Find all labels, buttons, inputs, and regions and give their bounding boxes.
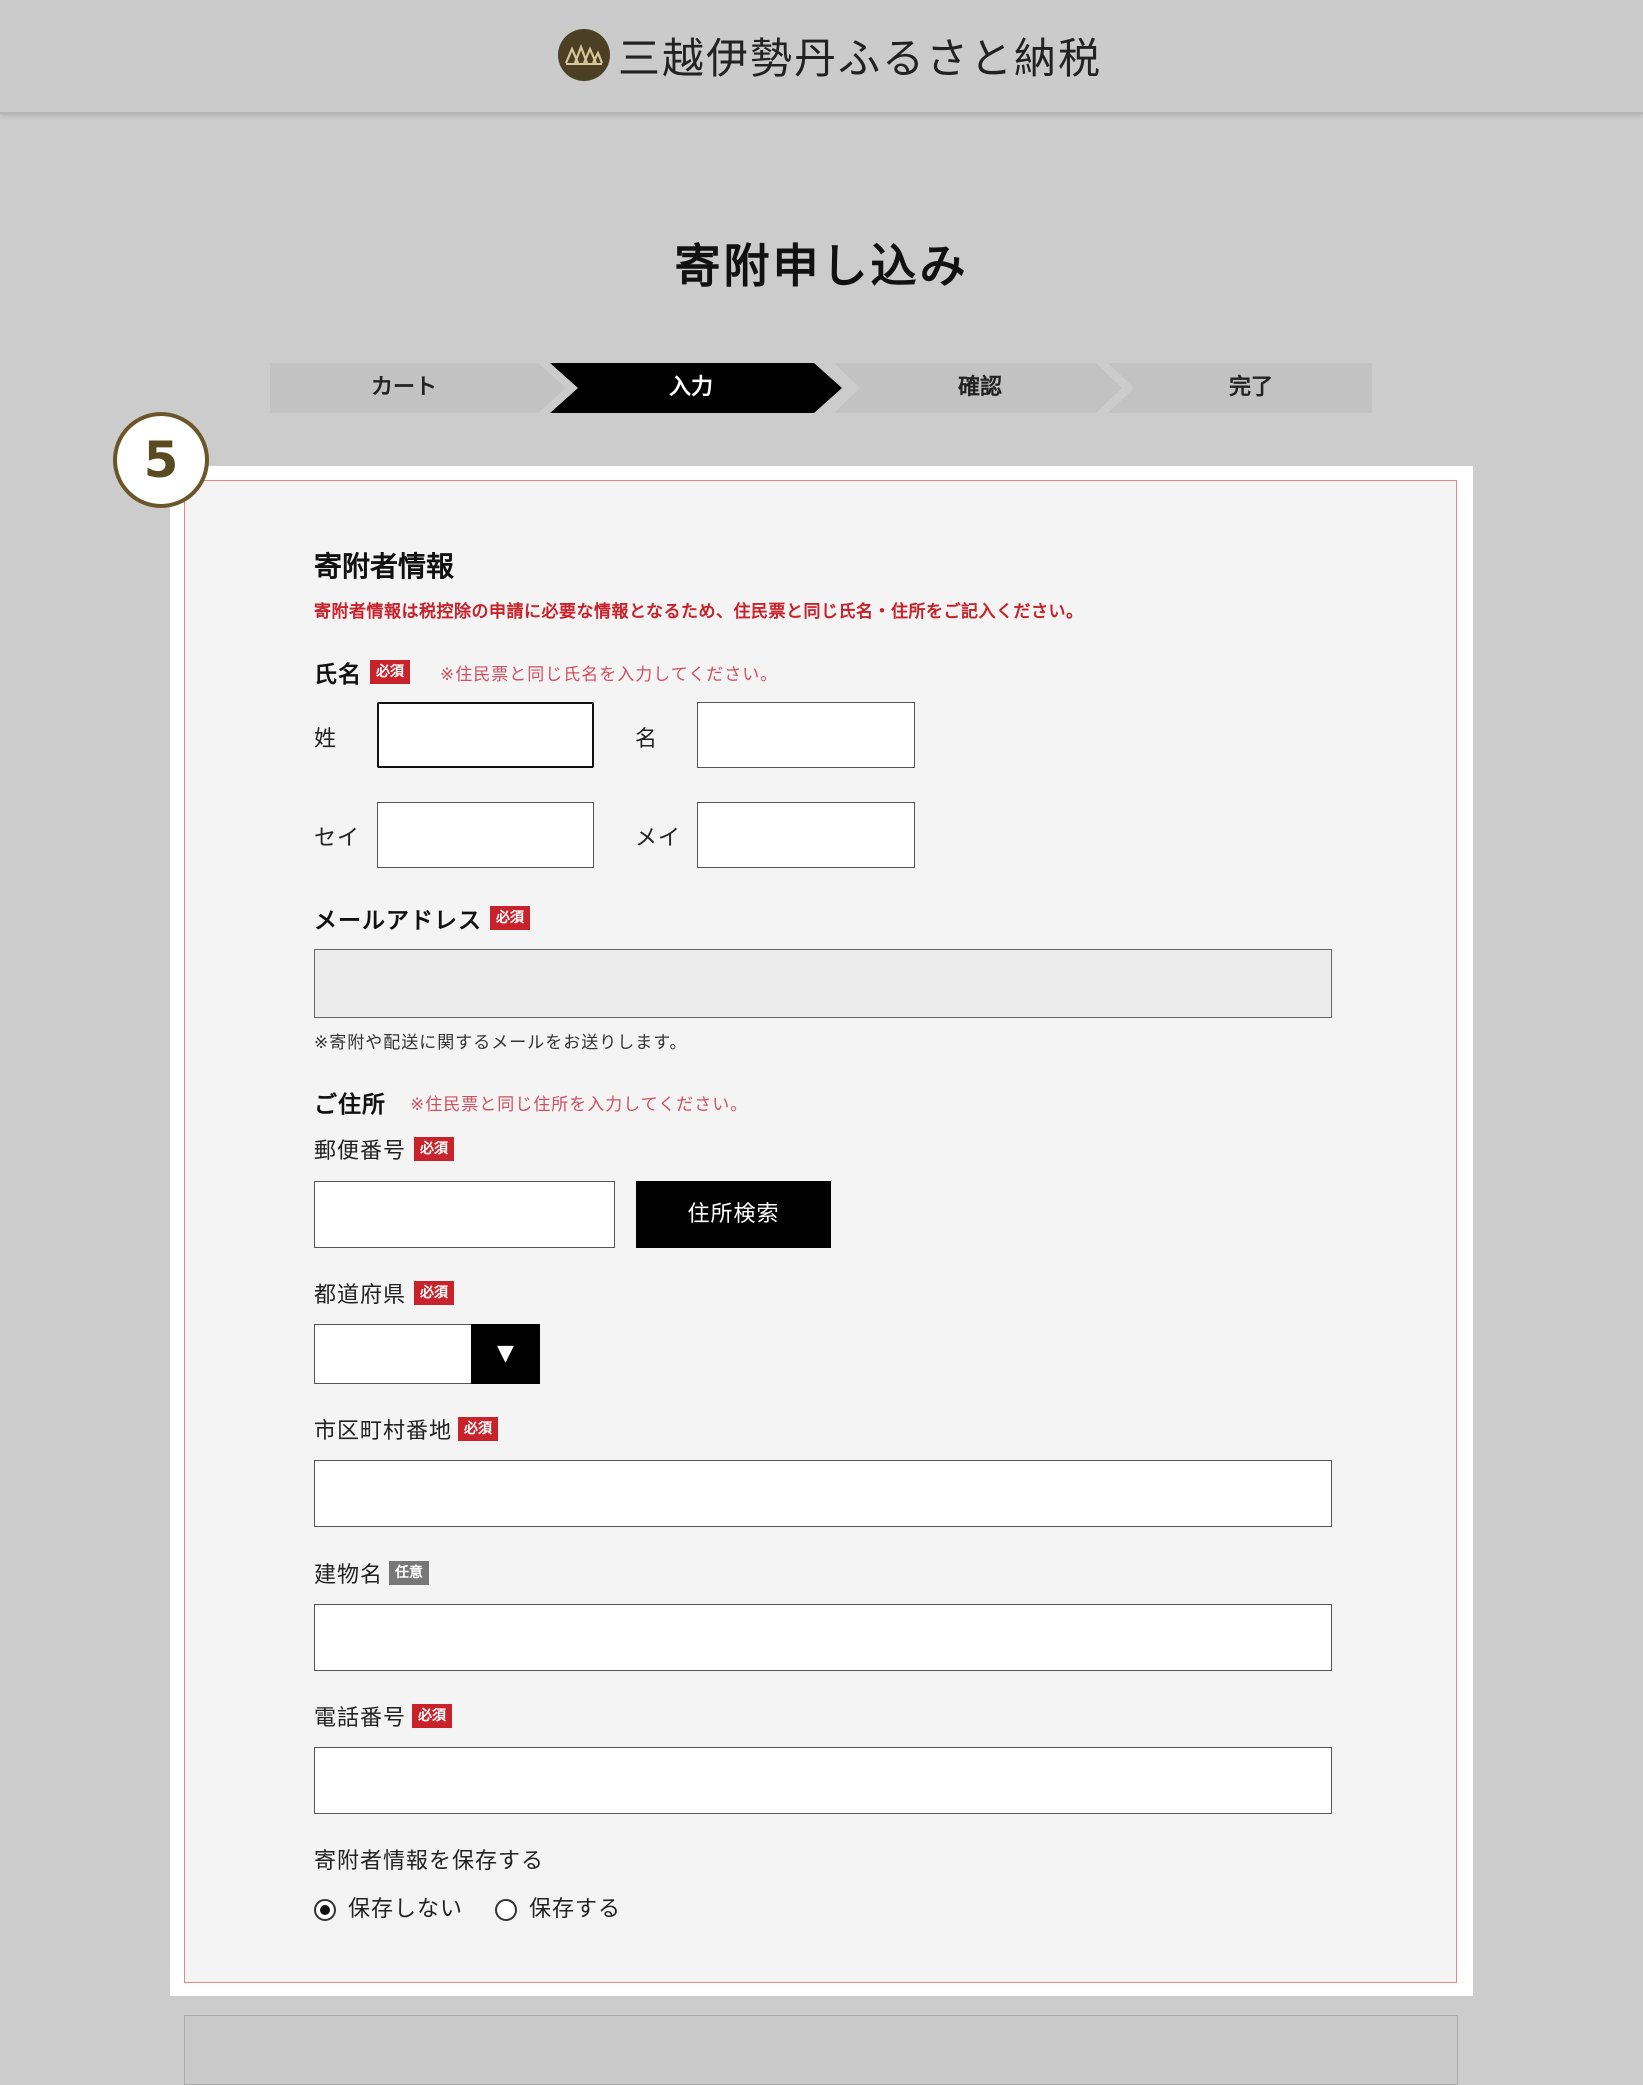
address-label-row: ご住所 ※住民票と同じ住所を入力してください。 [314, 1085, 748, 1119]
email-label: メールアドレス [314, 908, 482, 934]
step-complete: 完了 [1228, 375, 1273, 400]
address-note: ※住民票と同じ住所を入力してください。 [410, 1094, 749, 1115]
email-input[interactable] [314, 949, 1332, 1018]
section-warning: 寄附者情報は税控除の申請に必要な情報となるため、住民票と同じ氏名・住所をご記入く… [314, 602, 1084, 622]
phone-label: 電話番号 [314, 1706, 407, 1731]
mountain-logo-icon [558, 29, 610, 81]
email-note: ※寄附や配送に関するメールをお送りします。 [314, 1033, 688, 1053]
address-label: ご住所 [314, 1092, 386, 1118]
name-note: ※住民票と同じ氏名を入力してください。 [440, 664, 779, 685]
email-label-row: メールアドレス 必須 [314, 901, 530, 935]
city-address-input[interactable] [314, 1460, 1332, 1527]
mei-label: 名 [635, 727, 659, 752]
donor-info-panel: 寄附者情報 寄附者情報は税控除の申請に必要な情報となるため、住民票と同じ氏名・住… [184, 480, 1457, 1983]
postal-label-row: 郵便番号 必須 [314, 1133, 455, 1165]
mei-input[interactable] [697, 702, 915, 768]
required-badge: 必須 [370, 660, 410, 684]
brand-name: 三越伊勢丹ふるさと納税 [618, 33, 1103, 83]
radio-save-label[interactable]: 保存する [529, 1891, 621, 1923]
name-label: 氏名 [314, 662, 362, 688]
postal-label: 郵便番号 [314, 1139, 407, 1164]
step-cart: カート [370, 375, 437, 400]
progress-steps: カート 入力 確認 完了 [270, 363, 1372, 413]
optional-badge: 任意 [389, 1561, 430, 1585]
phone-input[interactable] [314, 1747, 1332, 1814]
name-label-row: 氏名 必須 ※住民票と同じ氏名を入力してください。 [314, 655, 778, 689]
site-header: 三越伊勢丹ふるさと納税 [0, 0, 1643, 114]
address-search-button[interactable]: 住所検索 [636, 1181, 831, 1248]
required-badge: 必須 [414, 1281, 455, 1305]
building-label: 建物名 [314, 1563, 384, 1588]
required-badge: 必須 [414, 1137, 455, 1161]
sei-input[interactable] [377, 702, 594, 768]
phone-label-row: 電話番号 必須 [314, 1700, 453, 1732]
city-label-row: 市区町村番地 必須 [314, 1413, 499, 1445]
required-badge: 必須 [458, 1417, 499, 1441]
sei-label: 姓 [314, 727, 338, 752]
building-name-input[interactable] [314, 1604, 1332, 1671]
sei-kana-input[interactable] [377, 802, 594, 868]
section-title: 寄附者情報 [314, 550, 455, 583]
step-input: 入力 [668, 375, 713, 400]
mei-kana-label: メイ [635, 826, 682, 851]
prefecture-label: 都道府県 [314, 1283, 407, 1308]
radio-save[interactable] [495, 1899, 517, 1921]
sei-kana-label: セイ [314, 826, 361, 851]
prefecture-label-row: 都道府県 必須 [314, 1277, 455, 1309]
city-label: 市区町村番地 [314, 1419, 453, 1444]
save-info-label: 寄附者情報を保存する [314, 1849, 545, 1874]
radio-dont-save-label[interactable]: 保存しない [348, 1891, 463, 1923]
annotation-number-badge: 5 [113, 412, 209, 508]
mei-kana-input[interactable] [697, 802, 915, 868]
building-label-row: 建物名 任意 [314, 1557, 430, 1589]
next-section-panel [184, 2015, 1458, 2085]
required-badge: 必須 [490, 906, 530, 930]
required-badge: 必須 [412, 1704, 453, 1728]
chevron-down-icon[interactable]: ▼ [471, 1324, 540, 1384]
brand-logo-link[interactable]: 三越伊勢丹ふるさと納税 [558, 26, 1102, 84]
step-confirm: 確認 [957, 375, 1002, 400]
postal-code-input[interactable] [314, 1181, 615, 1248]
radio-dont-save[interactable] [314, 1899, 336, 1921]
page-title: 寄附申し込み [674, 239, 969, 293]
